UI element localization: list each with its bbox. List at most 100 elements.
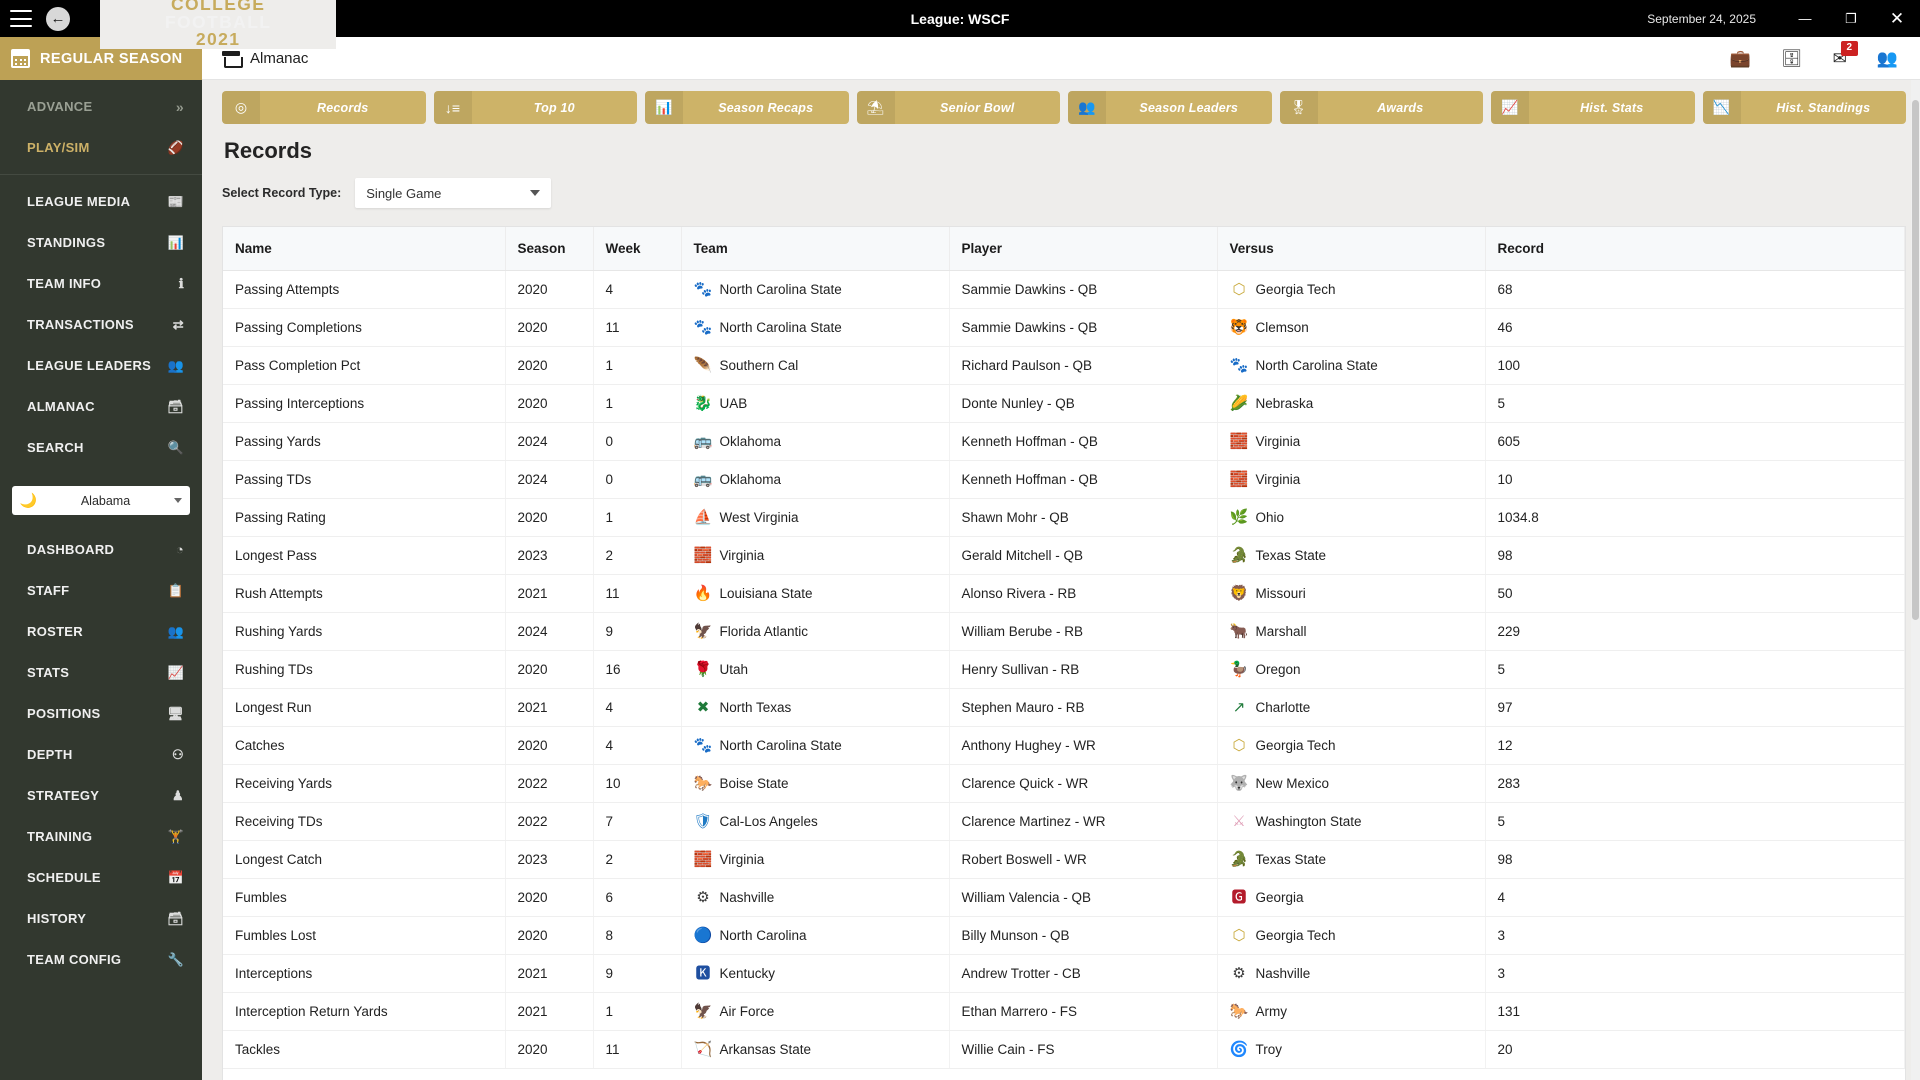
tab-hist-stats[interactable]: 📈 Hist. Stats — [1491, 91, 1695, 124]
tab-season-leaders[interactable]: 👥 Season Leaders — [1068, 91, 1272, 124]
tab-icon: 📈 — [1491, 91, 1529, 124]
cell-record-name: Tackles — [223, 1030, 506, 1069]
cell-season: 2020 — [505, 878, 594, 917]
sidebar-item-transactions[interactable]: TRANSACTIONS ⇄ — [0, 304, 202, 345]
close-button[interactable]: ✕ — [1874, 0, 1920, 37]
sidebar-item-icon: 📅 — [167, 869, 184, 885]
team-logo-icon: 🦅 — [693, 1003, 713, 1020]
people-icon[interactable]: 👥 — [1877, 50, 1898, 67]
sidebar-item-strategy[interactable]: STRATEGY ♟ — [0, 775, 202, 816]
sidebar-item-advance[interactable]: ADVANCE » — [0, 86, 202, 127]
table-row[interactable]: Longest Run 2021 4 ✖ North Texas Stephen Maur… — [223, 688, 1905, 727]
table-row[interactable]: Fumbles 2020 6 ⚙ Nashville William Valencia -… — [223, 878, 1905, 917]
sidebar-item-label: SCHEDULE — [27, 870, 101, 885]
team-logo-icon: 🐂 — [1229, 623, 1249, 640]
cell-record-name: Passing Yards — [223, 422, 506, 461]
team-name: Texas State — [1255, 852, 1327, 867]
vertical-scrollbar[interactable] — [1911, 80, 1920, 1080]
table-row[interactable]: Fumbles Lost 2020 8 🔵 North Carolina Billy Mu… — [223, 916, 1905, 955]
column-header-player[interactable]: Player — [949, 227, 1218, 271]
cell-season: 2020 — [505, 650, 594, 689]
maximize-button[interactable]: ❐ — [1828, 0, 1874, 37]
title-bar: ← D R A F T • D A Y • S P O R T S COLLEG… — [0, 0, 1920, 49]
table-row[interactable]: Receiving TDs 2022 7 🛡 Cal-Los Angeles Claren… — [223, 802, 1905, 841]
sidebar-item-search[interactable]: SEARCH 🔍 — [0, 427, 202, 468]
table-row[interactable]: Passing Interceptions 2020 1 🐉 UAB Donte Nunl… — [223, 384, 1905, 423]
cell-record-name: Rushing Yards — [223, 612, 506, 651]
table-row[interactable]: Rush Attempts 2021 11 🔥 Louisiana State Alons… — [223, 574, 1905, 613]
sidebar-item-stats[interactable]: STATS 📈 — [0, 652, 202, 693]
table-row[interactable]: Receiving Yards 2022 10 🐎 Boise State Clarenc… — [223, 764, 1905, 803]
tab-season-recaps[interactable]: 📊 Season Recaps — [645, 91, 849, 124]
tab-records[interactable]: ◎ Records — [222, 91, 426, 124]
title-bar-right: September 24, 2025 — ❐ ✕ — [1647, 0, 1920, 37]
table-row[interactable]: Tackles 2020 11 🏹 Arkansas State Willie Cain … — [223, 1030, 1905, 1069]
sidebar-item-icon: 📰 — [167, 193, 184, 209]
records-table-container[interactable]: Name Season Week Team Player Versus Record Pas… — [222, 226, 1906, 1080]
briefcase-icon[interactable]: 💼 — [1730, 50, 1751, 67]
tab-senior-bowl[interactable]: ⛱ Senior Bowl — [856, 91, 1060, 124]
database-icon[interactable]: 🗄 — [1781, 50, 1803, 67]
cell-player: Willie Cain - FS — [949, 1030, 1218, 1069]
team-selector[interactable]: 🌙 Alabama — [12, 486, 190, 515]
cell-record-value: 10 — [1485, 460, 1905, 499]
cell-versus: 🐊 Texas State — [1217, 536, 1486, 575]
cell-record-name: Rush Attempts — [223, 574, 506, 613]
sidebar-item-roster[interactable]: ROSTER 👥 — [0, 611, 202, 652]
cell-versus: 🐂 Marshall — [1217, 612, 1486, 651]
team-logo-icon: 🐊 — [1229, 851, 1249, 868]
sidebar-item-team-config[interactable]: TEAM CONFIG 🔧 — [0, 939, 202, 980]
sidebar-item-staff[interactable]: STAFF 📋 — [0, 570, 202, 611]
sidebar-item-almanac[interactable]: ALMANAC 🗃 — [0, 386, 202, 427]
sidebar-item-team-info[interactable]: TEAM INFO ℹ — [0, 263, 202, 304]
table-row[interactable]: Passing Attempts 2020 4 🐾 North Carolina Sta… — [223, 270, 1905, 309]
cell-team: 🐾 North Carolina State — [681, 270, 950, 309]
sidebar-item-icon: 📋 — [167, 582, 184, 598]
team-name: West Virginia — [719, 510, 799, 525]
column-header-team[interactable]: Team — [681, 227, 950, 271]
table-row[interactable]: Rushing TDs 2020 16 🌹 Utah Henry Sullivan - R… — [223, 650, 1905, 689]
table-row[interactable]: Longest Pass 2023 2 🧱 Virginia Gerald Mitchel… — [223, 536, 1905, 575]
table-row[interactable]: Interception Return Yards 2021 1 🦅 Air Force… — [223, 992, 1905, 1031]
cell-season: 2024 — [505, 460, 594, 499]
sidebar-item-history[interactable]: HISTORY 🗃 — [0, 898, 202, 939]
column-header-season[interactable]: Season — [505, 227, 594, 271]
team-logo-icon: 🧱 — [693, 547, 713, 564]
tab-hist-standings[interactable]: 📉 Hist. Standings — [1702, 91, 1906, 124]
team-name: Kentucky — [719, 966, 776, 981]
column-header-week[interactable]: Week — [593, 227, 682, 271]
sidebar-item-positions[interactable]: POSITIONS 🖥 — [0, 693, 202, 734]
minimize-button[interactable]: — — [1782, 0, 1828, 37]
sidebar-item-league-leaders[interactable]: LEAGUE LEADERS 👥 — [0, 345, 202, 386]
sidebar-item-icon: 📊 — [167, 234, 184, 250]
table-row[interactable]: Passing Rating 2020 1 ⛵ West Virginia Shawn M… — [223, 498, 1905, 537]
tab-awards[interactable]: 🎖 Awards — [1279, 91, 1483, 124]
column-header-name[interactable]: Name — [223, 227, 506, 271]
scrollbar-thumb[interactable] — [1912, 100, 1919, 620]
table-row[interactable]: Longest Catch 2023 2 🧱 Virginia Robert Boswel… — [223, 840, 1905, 879]
table-row[interactable]: Passing Yards 2024 0 🚌 Oklahoma Kenneth Hoffm… — [223, 422, 1905, 461]
sidebar-item-play-sim[interactable]: PLAY/SIM 🏈 — [0, 127, 202, 168]
back-arrow-icon[interactable]: ← — [46, 6, 70, 31]
sidebar-item-dashboard[interactable]: DASHBOARD ◔ — [0, 529, 202, 570]
sidebar-item-schedule[interactable]: SCHEDULE 📅 — [0, 857, 202, 898]
table-row[interactable]: Interceptions 2021 9 🅺 Kentucky Andrew Trotte… — [223, 954, 1905, 993]
record-type-select[interactable]: Single Game — [355, 178, 552, 208]
sidebar-item-depth[interactable]: DEPTH ⚇ — [0, 734, 202, 775]
column-header-record[interactable]: Record — [1485, 227, 1905, 271]
tab-top-10[interactable]: ↓≡ Top 10 — [433, 91, 637, 124]
table-row[interactable]: Catches 2020 4 🐾 North Carolina State Anthony… — [223, 726, 1905, 765]
cell-player: Alonso Rivera - RB — [949, 574, 1218, 613]
table-row[interactable]: Rushing Yards 2024 9 🦅 Florida Atlantic Willi… — [223, 612, 1905, 651]
table-row[interactable]: Pass Completion Pct 2020 1 🪶 Southern Cal Ric… — [223, 346, 1905, 385]
table-row[interactable]: Passing Completions 2020 11 🐾 North Carolina… — [223, 308, 1905, 347]
sidebar-item-training[interactable]: TRAINING 🏋 — [0, 816, 202, 857]
hamburger-menu-icon[interactable] — [10, 10, 32, 27]
mail-icon[interactable]: ✉ 2 — [1833, 40, 1858, 67]
table-row[interactable]: Passing TDs 2024 0 🚌 Oklahoma Kenneth Hoffman… — [223, 460, 1905, 499]
team-logo-icon: ⚔ — [1232, 813, 1246, 830]
sidebar-item-league-media[interactable]: LEAGUE MEDIA 📰 — [0, 181, 202, 222]
cell-team: 🐾 North Carolina State — [681, 308, 950, 347]
sidebar-item-standings[interactable]: STANDINGS 📊 — [0, 222, 202, 263]
column-header-versus[interactable]: Versus — [1217, 227, 1486, 271]
